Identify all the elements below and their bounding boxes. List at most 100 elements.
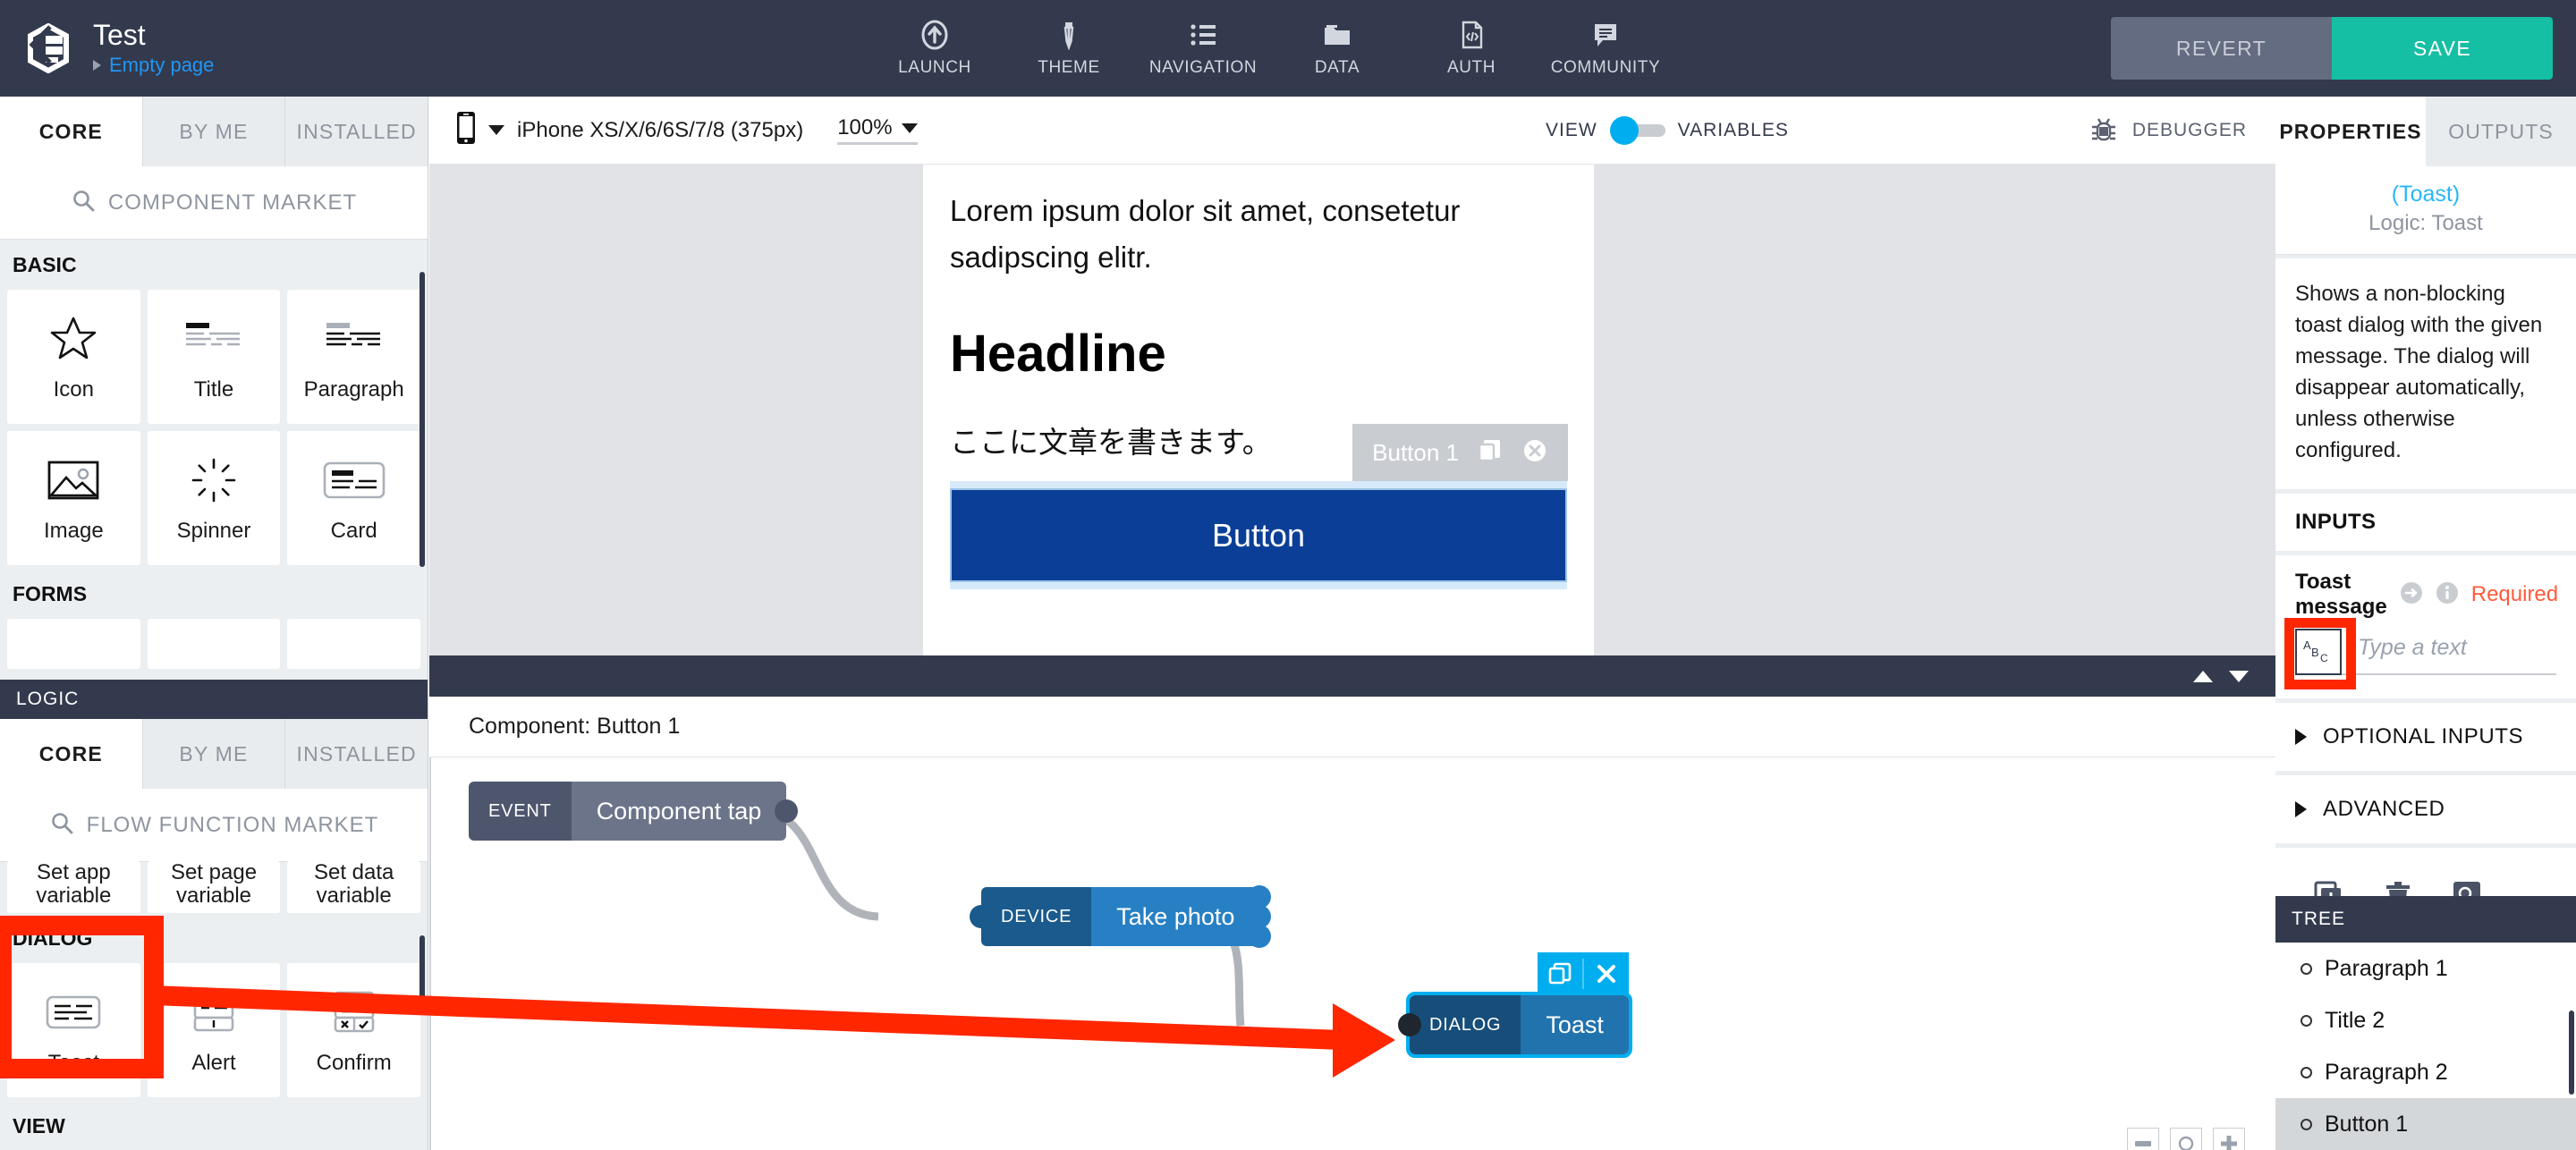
copy-icon[interactable]	[1477, 437, 1504, 469]
nav-item-launch[interactable]: LAUNCH	[868, 20, 1002, 78]
component-card-image[interactable]: Image	[7, 431, 140, 565]
component-card-card[interactable]: Card	[287, 431, 421, 565]
tab-installed[interactable]: INSTALLED	[284, 97, 428, 166]
flow-node-dialog-toast[interactable]: DIALOG Toast	[1398, 952, 1632, 1058]
save-button[interactable]: SAVE	[2332, 17, 2553, 80]
tree-item-title-2[interactable]: Title 2	[2275, 994, 2576, 1046]
nav-item-navigation[interactable]: NAVIGATION	[1136, 20, 1270, 78]
node-kind: DEVICE	[981, 887, 1092, 946]
preview-button[interactable]: Button	[950, 488, 1567, 582]
search-label: COMPONENT MARKET	[107, 190, 358, 215]
flow-function-market-search[interactable]: FLOW FUNCTION MARKET	[0, 789, 428, 862]
close-circle-icon[interactable]	[1521, 437, 1548, 469]
flow-canvas[interactable]: EVENT Component tap DEVICE Take photo DI…	[429, 757, 2275, 1150]
input-label: Toast message	[2295, 570, 2387, 619]
optional-inputs-label: OPTIONAL INPUTS	[2323, 724, 2524, 748]
nav-label: COMMUNITY	[1550, 57, 1661, 77]
zoom-in-button[interactable]	[2213, 1128, 2245, 1150]
tab-core[interactable]: CORE	[0, 97, 142, 166]
top-actions: REVERT SAVE	[2111, 17, 2576, 80]
preview-button-wrapper: Button 1 Button	[950, 424, 1568, 589]
expand-down-icon[interactable]	[2229, 670, 2249, 682]
components-panel: CORE BY ME INSTALLED COMPONENT MARKET BA…	[0, 97, 428, 669]
flow-node-event[interactable]: EVENT Component tap	[469, 782, 799, 841]
node-type: Logic: Toast	[2368, 211, 2483, 235]
group-header-basic: BASIC	[0, 240, 428, 290]
tree-item-label: Paragraph 2	[2325, 1059, 2448, 1085]
card-label: Icon	[53, 377, 95, 402]
logic-card-set-app-variable[interactable]: Set app variable	[7, 861, 140, 913]
component-market-search[interactable]: COMPONENT MARKET	[0, 166, 428, 240]
optional-inputs-section[interactable]: OPTIONAL INPUTS	[2275, 703, 2576, 771]
app-logo-icon	[23, 22, 73, 74]
debugger-button[interactable]: DEBUGGER	[2088, 97, 2247, 165]
tree-item-paragraph-1[interactable]: Paragraph 1	[2275, 943, 2576, 994]
revert-button[interactable]: REVERT	[2111, 17, 2332, 80]
logic-scrollbar[interactable]	[419, 935, 425, 1007]
close-icon[interactable]	[1584, 962, 1629, 985]
properties-tabs: PROPERTIES OUTPUTS	[2275, 97, 2576, 166]
zoom-reset-button[interactable]	[2170, 1128, 2202, 1150]
zoom-out-button[interactable]	[2127, 1128, 2159, 1150]
nav-item-community[interactable]: COMMUNITY	[1538, 20, 1673, 78]
tree-item-button-1[interactable]: Button 1	[2275, 1098, 2576, 1150]
nav-item-theme[interactable]: THEME	[1002, 20, 1136, 78]
components-scrollbar[interactable]	[419, 272, 425, 567]
component-card-title[interactable]: Title	[147, 290, 281, 424]
component-card-form-2[interactable]	[147, 619, 281, 669]
logic-divider-bar	[429, 655, 2275, 697]
component-card-paragraph[interactable]: Paragraph	[287, 290, 421, 424]
node-input-port[interactable]	[1398, 1013, 1421, 1036]
logic-tab-installed[interactable]: INSTALLED	[284, 719, 428, 789]
abc-icon[interactable]: ABC	[2284, 618, 2356, 689]
tree-item-label: Button 1	[2325, 1111, 2409, 1137]
nav-item-data[interactable]: DATA	[1270, 20, 1404, 78]
tree-item-paragraph-2[interactable]: Paragraph 2	[2275, 1046, 2576, 1098]
copy-icon[interactable]	[1538, 961, 1582, 986]
title-lines-icon	[184, 312, 243, 366]
tree-scrollbar[interactable]	[2569, 1010, 2574, 1095]
arrow-right-circle-icon[interactable]	[2400, 581, 2423, 609]
info-icon[interactable]	[2436, 581, 2459, 609]
preview-paragraph-1[interactable]: Lorem ipsum dolor sit amet, consetetur s…	[950, 188, 1567, 281]
logic-card-alert[interactable]: Alert	[147, 963, 281, 1097]
component-card-form-3[interactable]	[287, 619, 421, 669]
navigation-list-icon	[1188, 20, 1218, 50]
tab-outputs[interactable]: OUTPUTS	[2426, 97, 2576, 166]
top-bar: Test Empty page LAUNCH THEME NAVIGATION …	[0, 0, 2576, 97]
component-card-spinner[interactable]: Spinner	[147, 431, 281, 565]
svg-text:C: C	[2320, 652, 2328, 664]
node-input-port[interactable]	[970, 905, 993, 928]
logic-card-toast[interactable]: Toast	[7, 963, 140, 1097]
spinner-icon	[190, 453, 238, 507]
node-description: Shows a non-blocking toast dialog with t…	[2275, 258, 2576, 489]
zoom-selector[interactable]: 100%	[837, 115, 918, 145]
node-title: Toast	[1521, 995, 1629, 1054]
flow-node-device[interactable]: DEVICE Take photo	[970, 885, 1272, 948]
required-badge: Required	[2470, 582, 2559, 606]
card-label: Image	[43, 519, 104, 543]
nav-item-auth[interactable]: AUTH	[1404, 20, 1538, 78]
logic-card-set-page-variable[interactable]: Set page variable	[147, 861, 281, 913]
logic-card-set-data-variable[interactable]: Set data variable	[287, 861, 421, 913]
device-selector[interactable]: iPhone XS/X/6/6S/7/8 (375px)	[429, 111, 803, 149]
view-variables-switch[interactable]	[1609, 116, 1665, 145]
phone-content: Lorem ipsum dolor sit amet, consetetur s…	[923, 165, 1594, 589]
preview-headline[interactable]: Headline	[950, 326, 1567, 383]
tree-bullet-icon	[2301, 1066, 2312, 1078]
tab-properties[interactable]: PROPERTIES	[2275, 97, 2426, 166]
component-card-icon[interactable]: Icon	[7, 290, 140, 424]
breadcrumb[interactable]: Empty page	[93, 53, 214, 78]
node-title: Take photo	[1091, 887, 1260, 946]
logic-tab-core[interactable]: CORE	[0, 719, 142, 789]
input-placeholder: Type a text	[2358, 635, 2467, 660]
advanced-section[interactable]: ADVANCED	[2275, 775, 2576, 843]
search-icon	[49, 810, 74, 840]
toast-message-field[interactable]: Type a text	[2342, 635, 2556, 675]
selection-chip: Button 1	[1352, 424, 1568, 481]
collapse-up-icon[interactable]	[2193, 670, 2213, 682]
logic-card-confirm[interactable]: Confirm	[287, 963, 421, 1097]
tab-by-me[interactable]: BY ME	[141, 97, 285, 166]
component-card-form-1[interactable]	[7, 619, 140, 669]
logic-tab-by-me[interactable]: BY ME	[141, 719, 285, 789]
